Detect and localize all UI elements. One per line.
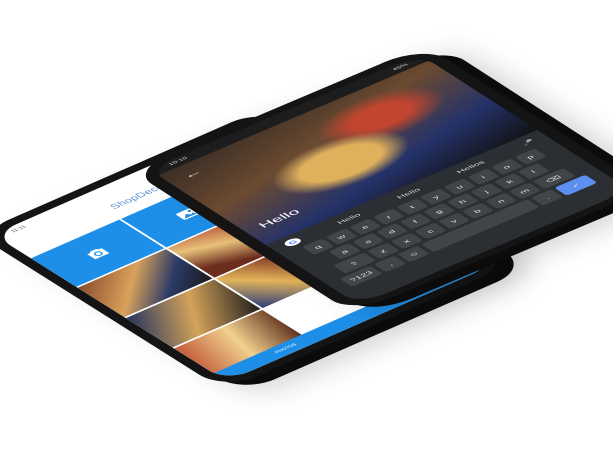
share-label: Share	[331, 305, 349, 314]
scene: 11:11 45 ShopDecoration	[0, 0, 613, 450]
bottom-left-label[interactable]: PHOTOS	[274, 343, 299, 355]
mic-icon[interactable]: 🎤	[519, 138, 536, 147]
google-g-icon[interactable]: G	[281, 236, 304, 248]
camera-icon	[87, 248, 110, 260]
